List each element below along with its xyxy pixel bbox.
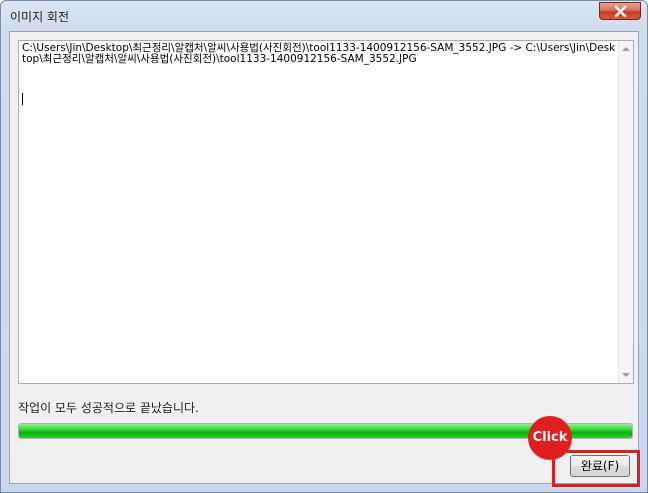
window-title: 이미지 회전 [10, 10, 70, 24]
close-button[interactable] [599, 2, 641, 20]
click-highlight-box [552, 450, 640, 487]
log-textbox[interactable]: C:\Users\Jin\Desktop\최근정리\알캡처\알씨\사용법(사진회… [18, 40, 634, 384]
title-bar[interactable]: 이미지 회전 [1, 1, 647, 31]
scroll-up-arrow-icon[interactable] [622, 47, 630, 51]
vertical-scrollbar[interactable] [618, 41, 633, 383]
status-message: 작업이 모두 성공적으로 끝났습니다. [18, 401, 199, 415]
log-text: C:\Users\Jin\Desktop\최근정리\알캡처\알씨\사용법(사진회… [22, 42, 616, 65]
scroll-down-arrow-icon[interactable] [622, 373, 630, 377]
click-badge: Click [528, 416, 572, 460]
close-icon [614, 6, 627, 17]
text-caret [22, 93, 23, 105]
